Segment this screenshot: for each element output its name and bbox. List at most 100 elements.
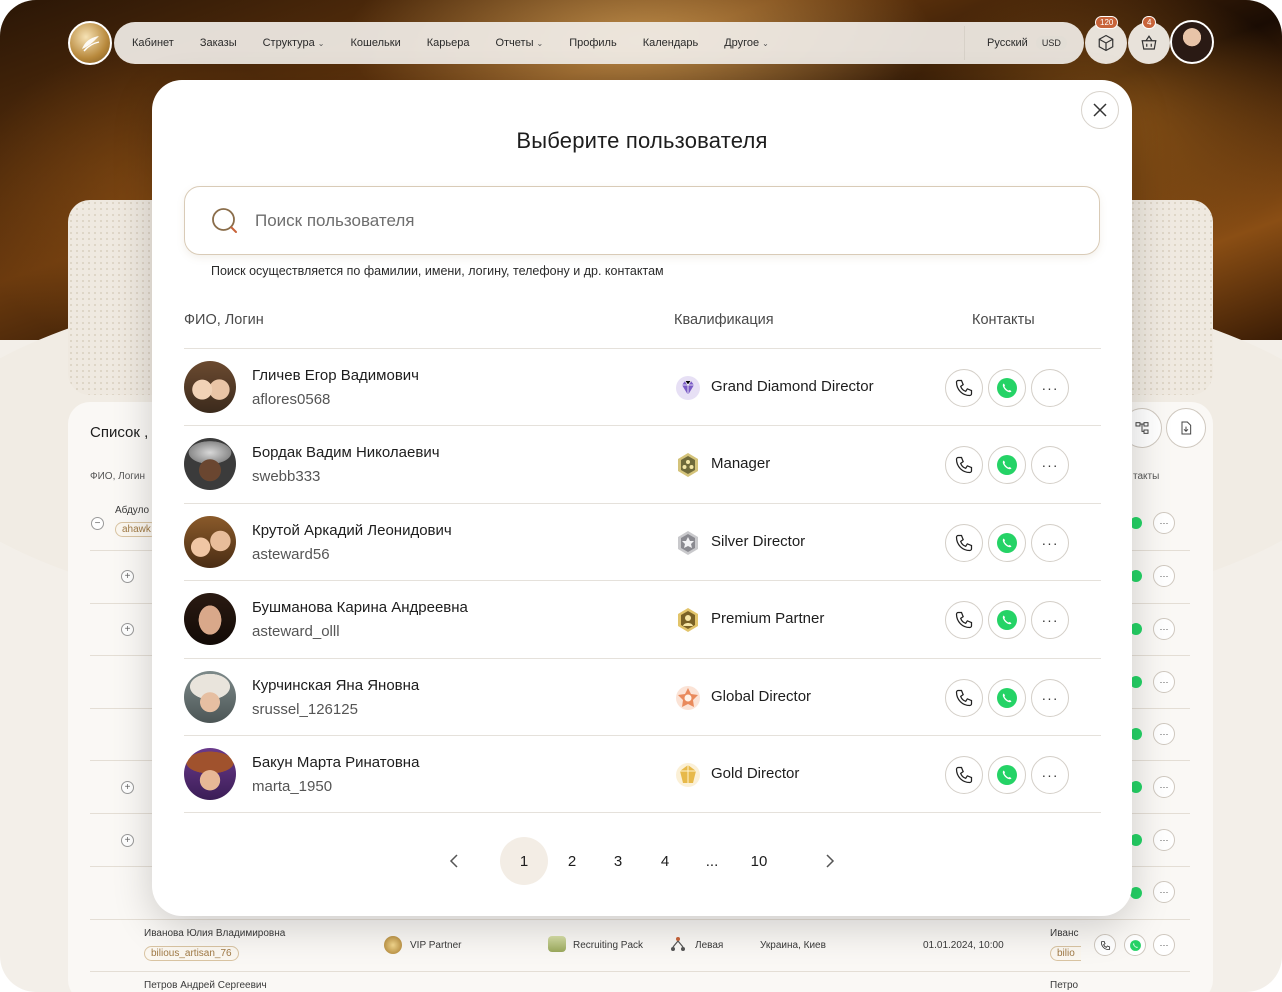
more-button[interactable]: ···: [1031, 369, 1069, 407]
nav-item-cabinet[interactable]: Кабинет: [132, 37, 174, 49]
box-icon: [1098, 34, 1114, 52]
whatsapp-button[interactable]: [1124, 934, 1146, 956]
search-field[interactable]: [184, 186, 1100, 255]
close-button[interactable]: [1081, 91, 1119, 129]
nav-item-profile[interactable]: Профиль: [569, 37, 617, 49]
user-row[interactable]: Крутой Аркадий Леонидович asteward56 Sil…: [184, 503, 1101, 580]
orders-badge: 120: [1095, 16, 1119, 29]
user-row[interactable]: Гличев Егор Вадимович aflores0568 Grand …: [184, 348, 1101, 425]
column-header-fio: ФИО, Логин: [184, 312, 264, 328]
basket-icon: [1141, 35, 1157, 50]
whatsapp-button[interactable]: [988, 446, 1026, 484]
orders-button[interactable]: 120: [1085, 16, 1127, 64]
bg-row-name: Иванова Юлия Владимировна: [144, 928, 286, 939]
user-name: Крутой Аркадий Леонидович: [252, 522, 452, 539]
nav-item-calendar[interactable]: Календарь: [643, 37, 699, 49]
phone-icon: [955, 534, 973, 552]
call-button[interactable]: [1094, 934, 1116, 956]
user-avatar[interactable]: [1170, 20, 1214, 64]
nav-item-orders[interactable]: Заказы: [200, 37, 237, 49]
whatsapp-button[interactable]: [988, 369, 1026, 407]
expand-toggle[interactable]: +: [121, 623, 134, 636]
phone-icon: [955, 456, 973, 474]
top-navigation: Кабинет Заказы Структура ⌄ Кошельки Карье…: [114, 22, 1084, 64]
page-button-3[interactable]: 3: [594, 837, 642, 885]
call-button[interactable]: [945, 679, 983, 717]
whatsapp-icon: [997, 378, 1017, 398]
cart-button[interactable]: 4: [1128, 16, 1170, 64]
more-button[interactable]: ···: [1153, 776, 1175, 798]
page-button-2[interactable]: 2: [548, 837, 596, 885]
user-qualification: Global Director: [711, 688, 812, 705]
chevron-down-icon: ⌄: [317, 38, 325, 48]
more-button[interactable]: ···: [1031, 756, 1069, 794]
bg-row-sponsor-login[interactable]: bilio: [1050, 946, 1081, 961]
expand-toggle[interactable]: +: [121, 834, 134, 847]
search-icon: [212, 207, 237, 233]
more-button[interactable]: ···: [1031, 524, 1069, 562]
whatsapp-button[interactable]: [988, 679, 1026, 717]
chevron-down-icon: ⌄: [536, 38, 544, 48]
call-button[interactable]: [945, 369, 983, 407]
page-button-1[interactable]: 1: [500, 837, 548, 885]
expand-toggle[interactable]: +: [121, 570, 134, 583]
download-icon: [1181, 421, 1192, 435]
user-row[interactable]: Бакун Марта Ринатовна marta_1950 Gold Di…: [184, 735, 1101, 813]
nav-item-structure[interactable]: Структура ⌄: [263, 37, 325, 49]
more-button[interactable]: ···: [1153, 671, 1175, 693]
expand-toggle[interactable]: +: [121, 781, 134, 794]
cart-badge: 4: [1142, 16, 1157, 29]
nav-item-career[interactable]: Карьера: [427, 37, 470, 49]
more-button[interactable]: ···: [1031, 446, 1069, 484]
whatsapp-icon: [997, 455, 1017, 475]
page-button-10[interactable]: 10: [735, 837, 783, 885]
user-name: Бушманова Карина Андреевна: [252, 599, 468, 616]
more-button[interactable]: ···: [1153, 565, 1175, 587]
bg-row-date: 01.01.2024, 10:00: [923, 940, 1004, 951]
user-avatar: [184, 748, 236, 800]
phone-icon: [955, 611, 973, 629]
phone-icon: [955, 379, 973, 397]
close-icon: [1093, 103, 1107, 117]
more-button[interactable]: ···: [1153, 512, 1175, 534]
call-button[interactable]: [945, 524, 983, 562]
nav-item-other[interactable]: Другое ⌄: [724, 37, 769, 49]
more-button[interactable]: ···: [1031, 601, 1069, 639]
chevron-right-icon: [826, 854, 835, 868]
whatsapp-button[interactable]: [988, 756, 1026, 794]
call-button[interactable]: [945, 601, 983, 639]
brand-logo[interactable]: [68, 21, 112, 65]
more-button[interactable]: ···: [1153, 618, 1175, 640]
export-button[interactable]: [1166, 408, 1206, 448]
user-row[interactable]: Бордак Вадим Николаевич swebb333 Manager…: [184, 425, 1101, 502]
more-button[interactable]: ···: [1153, 881, 1175, 903]
collapse-toggle[interactable]: −: [91, 517, 104, 530]
user-qualification: Grand Diamond Director: [711, 378, 874, 395]
whatsapp-button[interactable]: [988, 601, 1026, 639]
language-label: Русский: [987, 37, 1028, 49]
more-button[interactable]: ···: [1153, 829, 1175, 851]
nav-item-reports[interactable]: Отчеты ⌄: [495, 37, 543, 49]
user-login: swebb333: [252, 468, 321, 485]
more-button[interactable]: ···: [1153, 934, 1175, 956]
call-button[interactable]: [945, 446, 983, 484]
hierarchy-icon: [1135, 422, 1149, 434]
more-button[interactable]: ···: [1031, 679, 1069, 717]
more-button[interactable]: ···: [1153, 723, 1175, 745]
bg-col-contacts: такты: [1133, 471, 1160, 482]
user-avatar: [184, 671, 236, 723]
user-row[interactable]: Курчинская Яна Яновна srussel_126125 Glo…: [184, 658, 1101, 735]
bg-row-login[interactable]: bilious_artisan_76: [144, 946, 239, 961]
search-input[interactable]: [255, 210, 955, 231]
chevron-left-icon: [449, 854, 458, 868]
call-button[interactable]: [945, 756, 983, 794]
language-currency-switch[interactable]: Русский USD: [964, 26, 1084, 60]
user-row[interactable]: Бушманова Карина Андреевна asteward_olll…: [184, 580, 1101, 657]
prev-page-button[interactable]: [430, 837, 478, 885]
whatsapp-button[interactable]: [988, 524, 1026, 562]
page-button-4[interactable]: 4: [641, 837, 689, 885]
next-page-button[interactable]: [806, 837, 854, 885]
list-title: Список ,: [90, 424, 149, 441]
nav-item-wallets[interactable]: Кошельки: [351, 37, 401, 49]
pagination: 1 2 3 4 ... 10: [152, 837, 1132, 885]
